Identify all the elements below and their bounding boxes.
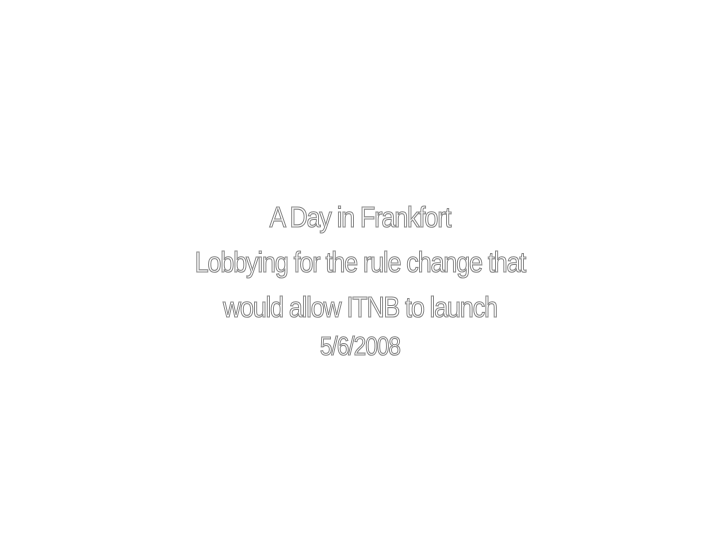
slide-date: 5/6/2008 — [319, 330, 401, 361]
slide-title: A Day in Frankfort — [269, 201, 452, 234]
title-block: A Day in Frankfort Lobbying for the rule… — [0, 196, 720, 361]
slide-subtitle-line-1: Lobbying for the rule change that — [194, 246, 527, 279]
slide-subtitle-line-2: would allow ITNB to launch — [223, 291, 499, 324]
slide: A Day in Frankfort Lobbying for the rule… — [0, 0, 720, 540]
